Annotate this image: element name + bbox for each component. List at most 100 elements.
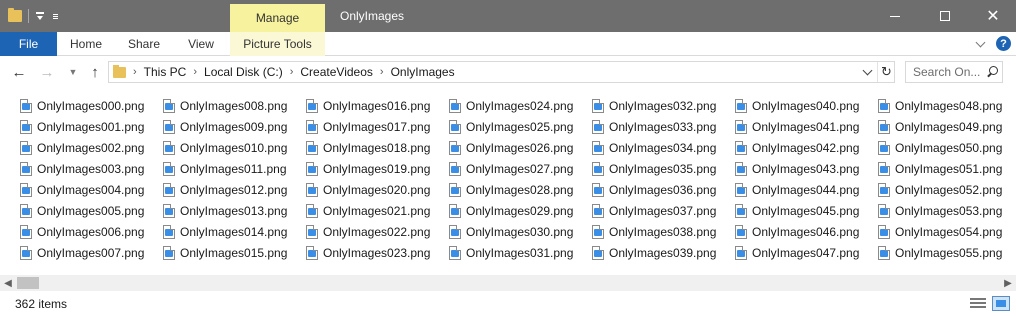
close-button[interactable]: ✕ (970, 0, 1016, 32)
file-item[interactable]: OnlyImages010.png (163, 137, 306, 158)
folder-icon[interactable] (8, 8, 22, 22)
breadcrumb-separator[interactable]: › (193, 66, 197, 78)
customize-toolbar-icon[interactable] (51, 11, 61, 21)
file-item[interactable]: OnlyImages025.png (449, 116, 592, 137)
file-item[interactable]: OnlyImages051.png (878, 158, 1016, 179)
file-item[interactable]: OnlyImages049.png (878, 116, 1016, 137)
file-item[interactable]: OnlyImages022.png (306, 221, 449, 242)
tab-home[interactable]: Home (57, 32, 115, 56)
file-item[interactable]: OnlyImages031.png (449, 242, 592, 263)
file-name: OnlyImages039.png (609, 245, 717, 260)
file-name: OnlyImages016.png (323, 98, 431, 113)
search-input[interactable]: Search On... (905, 61, 1003, 83)
file-item[interactable]: OnlyImages024.png (449, 95, 592, 116)
file-item[interactable]: OnlyImages019.png (306, 158, 449, 179)
manage-contextual-tab[interactable]: Manage (230, 4, 325, 32)
file-item[interactable]: OnlyImages029.png (449, 200, 592, 221)
maximize-button[interactable] (922, 0, 968, 32)
file-item[interactable]: OnlyImages007.png (20, 242, 163, 263)
png-file-icon (592, 119, 604, 134)
file-item[interactable]: OnlyImages041.png (735, 116, 878, 137)
file-item[interactable]: OnlyImages036.png (592, 179, 735, 200)
file-item[interactable]: OnlyImages027.png (449, 158, 592, 179)
details-view-icon[interactable] (970, 297, 986, 311)
file-item[interactable]: OnlyImages040.png (735, 95, 878, 116)
scroll-left-icon[interactable]: ◀ (0, 275, 16, 291)
file-item[interactable]: OnlyImages030.png (449, 221, 592, 242)
file-item[interactable]: OnlyImages009.png (163, 116, 306, 137)
back-button[interactable]: ← (9, 63, 29, 81)
file-item[interactable]: OnlyImages012.png (163, 179, 306, 200)
file-item[interactable]: OnlyImages002.png (20, 137, 163, 158)
horizontal-scrollbar[interactable]: ◀ ▶ (0, 275, 1016, 291)
file-item[interactable]: OnlyImages052.png (878, 179, 1016, 200)
file-name: OnlyImages021.png (323, 203, 431, 218)
file-item[interactable]: OnlyImages050.png (878, 137, 1016, 158)
properties-icon[interactable] (35, 11, 45, 21)
file-item[interactable]: OnlyImages021.png (306, 200, 449, 221)
file-item[interactable]: OnlyImages044.png (735, 179, 878, 200)
tab-file[interactable]: File (0, 32, 57, 56)
file-item[interactable]: OnlyImages038.png (592, 221, 735, 242)
help-icon[interactable]: ? (996, 36, 1011, 51)
address-history-dropdown[interactable] (861, 63, 875, 81)
file-item[interactable]: OnlyImages042.png (735, 137, 878, 158)
file-item[interactable]: OnlyImages014.png (163, 221, 306, 242)
file-item[interactable]: OnlyImages001.png (20, 116, 163, 137)
file-item[interactable]: OnlyImages046.png (735, 221, 878, 242)
png-file-icon (306, 224, 318, 239)
tab-picture-tools[interactable]: Picture Tools (230, 32, 325, 56)
breadcrumb-local-disk[interactable]: Local Disk (C:) (204, 65, 283, 79)
file-item[interactable]: OnlyImages054.png (878, 221, 1016, 242)
file-item[interactable]: OnlyImages055.png (878, 242, 1016, 263)
png-file-icon (878, 119, 890, 134)
file-item[interactable]: OnlyImages006.png (20, 221, 163, 242)
file-name: OnlyImages049.png (895, 119, 1003, 134)
file-item[interactable]: OnlyImages032.png (592, 95, 735, 116)
file-item[interactable]: OnlyImages020.png (306, 179, 449, 200)
file-item[interactable]: OnlyImages015.png (163, 242, 306, 263)
breadcrumb-onlyimages[interactable]: OnlyImages (391, 65, 455, 79)
file-name: OnlyImages051.png (895, 161, 1003, 176)
file-item[interactable]: OnlyImages043.png (735, 158, 878, 179)
minimize-button[interactable] (872, 0, 918, 32)
up-button[interactable]: ↑ (85, 63, 105, 81)
file-item[interactable]: OnlyImages026.png (449, 137, 592, 158)
file-item[interactable]: OnlyImages005.png (20, 200, 163, 221)
recent-locations-button[interactable]: ▼ (63, 63, 83, 81)
scroll-right-icon[interactable]: ▶ (1000, 275, 1016, 291)
file-item[interactable]: OnlyImages047.png (735, 242, 878, 263)
file-item[interactable]: OnlyImages008.png (163, 95, 306, 116)
breadcrumb-separator[interactable]: › (290, 66, 294, 78)
tab-view[interactable]: View (173, 32, 229, 56)
tab-share[interactable]: Share (115, 32, 173, 56)
forward-button[interactable]: → (37, 63, 57, 81)
file-item[interactable]: OnlyImages011.png (163, 158, 306, 179)
file-item[interactable]: OnlyImages037.png (592, 200, 735, 221)
file-item[interactable]: OnlyImages017.png (306, 116, 449, 137)
breadcrumb-separator[interactable]: › (380, 66, 384, 78)
breadcrumb-createvideos[interactable]: CreateVideos (300, 65, 373, 79)
file-item[interactable]: OnlyImages048.png (878, 95, 1016, 116)
file-item[interactable]: OnlyImages028.png (449, 179, 592, 200)
file-item[interactable]: OnlyImages053.png (878, 200, 1016, 221)
file-item[interactable]: OnlyImages039.png (592, 242, 735, 263)
scrollbar-thumb[interactable] (17, 277, 39, 289)
address-bar[interactable]: › This PC › Local Disk (C:) › CreateVide… (108, 61, 895, 83)
file-item[interactable]: OnlyImages013.png (163, 200, 306, 221)
file-item[interactable]: OnlyImages016.png (306, 95, 449, 116)
file-item[interactable]: OnlyImages045.png (735, 200, 878, 221)
file-item[interactable]: OnlyImages003.png (20, 158, 163, 179)
file-item[interactable]: OnlyImages000.png (20, 95, 163, 116)
file-item[interactable]: OnlyImages018.png (306, 137, 449, 158)
file-item[interactable]: OnlyImages023.png (306, 242, 449, 263)
file-item[interactable]: OnlyImages004.png (20, 179, 163, 200)
expand-ribbon-icon[interactable] (975, 38, 987, 50)
file-item[interactable]: OnlyImages034.png (592, 137, 735, 158)
breadcrumb-this-pc[interactable]: This PC (144, 65, 187, 79)
file-item[interactable]: OnlyImages035.png (592, 158, 735, 179)
refresh-button[interactable]: ↻ (877, 62, 895, 82)
file-item[interactable]: OnlyImages033.png (592, 116, 735, 137)
large-icons-view-icon[interactable] (992, 296, 1010, 311)
file-name: OnlyImages000.png (37, 98, 145, 113)
